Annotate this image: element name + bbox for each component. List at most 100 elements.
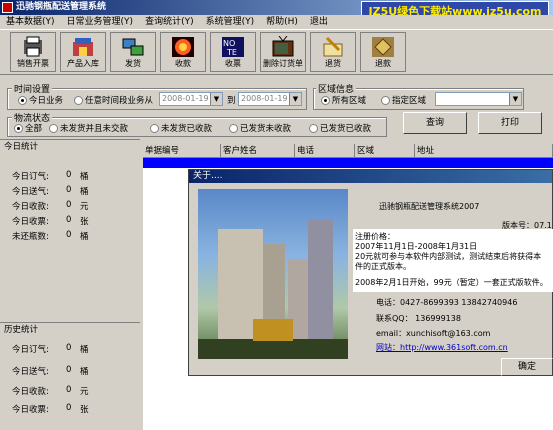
stat-value: 0	[66, 215, 72, 225]
date-from-picker[interactable]: 2008-01-19 ▼	[159, 92, 223, 106]
date-to-picker[interactable]: 2008-01-19 ▼	[238, 92, 302, 106]
column-header-region[interactable]: 区域	[355, 144, 415, 157]
return-goods-button[interactable]: 退货	[310, 32, 356, 72]
svg-text:TE: TE	[226, 48, 237, 57]
ship-label: 发货	[125, 59, 141, 68]
radio-dot	[309, 123, 318, 133]
menu-help[interactable]: 帮助(H)	[260, 15, 304, 29]
refund-icon	[370, 35, 396, 58]
radio-shipped-paid[interactable]: 已发货已收款	[309, 122, 371, 134]
radio-shipped-unpaid[interactable]: 已发货未收款	[229, 122, 291, 134]
column-header-doc-no[interactable]: 单据编号	[143, 144, 221, 157]
radio-specific-region[interactable]: 指定区域	[381, 94, 426, 106]
radio-dot	[229, 123, 238, 133]
radio-range-business[interactable]: 任意时间段业务从	[74, 94, 153, 106]
reg-line-3: 2008年2月1日开始，99元（暂定）一套正式版软件。	[355, 278, 548, 287]
radio-dot	[321, 95, 330, 105]
stat-unit: 桶	[80, 345, 89, 355]
return-goods-icon	[320, 35, 346, 58]
stat-value: 0	[66, 343, 72, 353]
menu-basic-data[interactable]: 基本数据(Y)	[0, 15, 61, 29]
today-stats-panel: 今日统计 今日订气: 0 桶 今日送气: 0 桶 今日收款: 0 元 今日收票: 0 张 未还瓶…	[0, 139, 140, 319]
app-icon	[2, 2, 13, 13]
stat-label: 今日收票:	[12, 405, 49, 415]
contact-phone: 电话：0427-8699393 13842740946	[376, 298, 518, 307]
invoice-button[interactable]: 销售开票	[10, 32, 56, 72]
ship-button[interactable]: 发货	[110, 32, 156, 72]
radio-logistics-all[interactable]: 全部	[14, 122, 42, 134]
radio-dot	[18, 95, 27, 105]
website-link[interactable]: 网站：http://www.361soft.com.cn	[376, 342, 508, 353]
stat-unit: 桶	[80, 187, 89, 197]
stat-value: 0	[66, 185, 72, 195]
stat-value: 0	[66, 200, 72, 210]
delete-order-button[interactable]: 删除订货单	[260, 32, 306, 72]
menu-bar: 基本数据(Y) 日常业务管理(Y) 查询统计(Y) 系统管理(Y) 帮助(H) …	[0, 15, 553, 29]
radio-dot	[381, 95, 390, 105]
stat-unit: 张	[80, 405, 89, 415]
contact-email: email：xunchisoft@163.com	[376, 329, 491, 338]
receive-note-label: 收票	[225, 59, 241, 68]
stat-unit: 元	[80, 387, 89, 397]
table-header: 单据编号 客户姓名 电话 区域 地址	[143, 144, 553, 158]
collect-button[interactable]: 收款	[160, 32, 206, 72]
menu-query-stats[interactable]: 查询统计(Y)	[139, 15, 200, 29]
invoice-icon	[20, 35, 46, 58]
stock-in-button[interactable]: 产品入库	[60, 32, 106, 72]
radio-dot	[14, 123, 23, 133]
stat-value: 0	[66, 170, 72, 180]
svg-text:NO: NO	[223, 39, 235, 48]
history-stats-panel: 历史统计 今日订气: 0 桶 今日送气: 0 桶 今日收款: 0 元 今日收票: 0 张	[0, 322, 140, 430]
stat-label: 今日订气:	[12, 345, 49, 355]
reg-line-2: 件的正式版本。	[355, 262, 411, 271]
history-stats-title: 历史统计	[4, 325, 39, 335]
tv-delete-icon	[270, 35, 296, 58]
radio-unshipped-unpaid[interactable]: 未发货并且未交款	[49, 122, 128, 134]
print-button[interactable]: 打印	[478, 112, 542, 134]
menu-system[interactable]: 系统管理(Y)	[200, 15, 261, 29]
registration-info: 注册价格： 2007年11月1日-2008年1月31日 20元就可参与本软件内部…	[353, 229, 553, 292]
table-row[interactable]	[143, 158, 553, 168]
date-to-label: 到	[227, 96, 236, 106]
city-photo	[198, 189, 348, 359]
query-button[interactable]: 查询	[403, 112, 467, 134]
stat-unit: 桶	[80, 367, 89, 377]
stat-label: 未还瓶数:	[12, 232, 49, 242]
region-select[interactable]: ▼	[435, 92, 522, 106]
column-header-address[interactable]: 地址	[415, 144, 553, 157]
radio-dot	[74, 95, 83, 105]
menu-daily-business[interactable]: 日常业务管理(Y)	[61, 15, 140, 29]
collect-icon	[170, 35, 196, 58]
stat-value: 0	[66, 365, 72, 375]
receive-note-button[interactable]: NO TE 收票	[210, 32, 256, 72]
note-icon: NO TE	[220, 35, 246, 58]
shipping-icon	[120, 35, 146, 58]
stat-value: 0	[66, 403, 72, 413]
invoice-label: 销售开票	[17, 59, 49, 68]
radio-all-regions[interactable]: 所有区域	[321, 94, 366, 106]
radio-dot	[150, 123, 159, 133]
dropdown-arrow-icon[interactable]: ▼	[509, 93, 521, 105]
dropdown-arrow-icon[interactable]: ▼	[289, 93, 301, 105]
radio-today-business[interactable]: 今日业务	[18, 94, 63, 106]
stat-unit: 张	[80, 217, 89, 227]
window-title: 迅驰钢瓶配送管理系统	[16, 2, 107, 12]
collect-label: 收款	[175, 59, 191, 68]
stat-value: 0	[66, 230, 72, 240]
stat-label: 今日收款:	[12, 387, 49, 397]
dropdown-arrow-icon[interactable]: ▼	[210, 93, 222, 105]
menu-exit[interactable]: 退出	[304, 15, 334, 29]
return-goods-label: 退货	[325, 59, 341, 68]
column-header-customer[interactable]: 客户姓名	[221, 144, 295, 157]
column-header-phone[interactable]: 电话	[295, 144, 355, 157]
ok-button[interactable]: 确定	[501, 358, 553, 376]
stat-value: 0	[66, 385, 72, 395]
radio-unshipped-paid[interactable]: 未发货已收款	[150, 122, 212, 134]
today-stats-title: 今日统计	[4, 142, 39, 152]
stat-label: 今日收款:	[12, 202, 49, 212]
about-dialog-title: 关于....	[189, 170, 552, 183]
stat-label: 今日订气:	[12, 172, 49, 182]
warehouse-icon	[70, 35, 96, 58]
about-product-name: 迅驰钢瓶配送管理系统2007	[379, 202, 480, 211]
refund-button[interactable]: 退款	[360, 32, 406, 72]
